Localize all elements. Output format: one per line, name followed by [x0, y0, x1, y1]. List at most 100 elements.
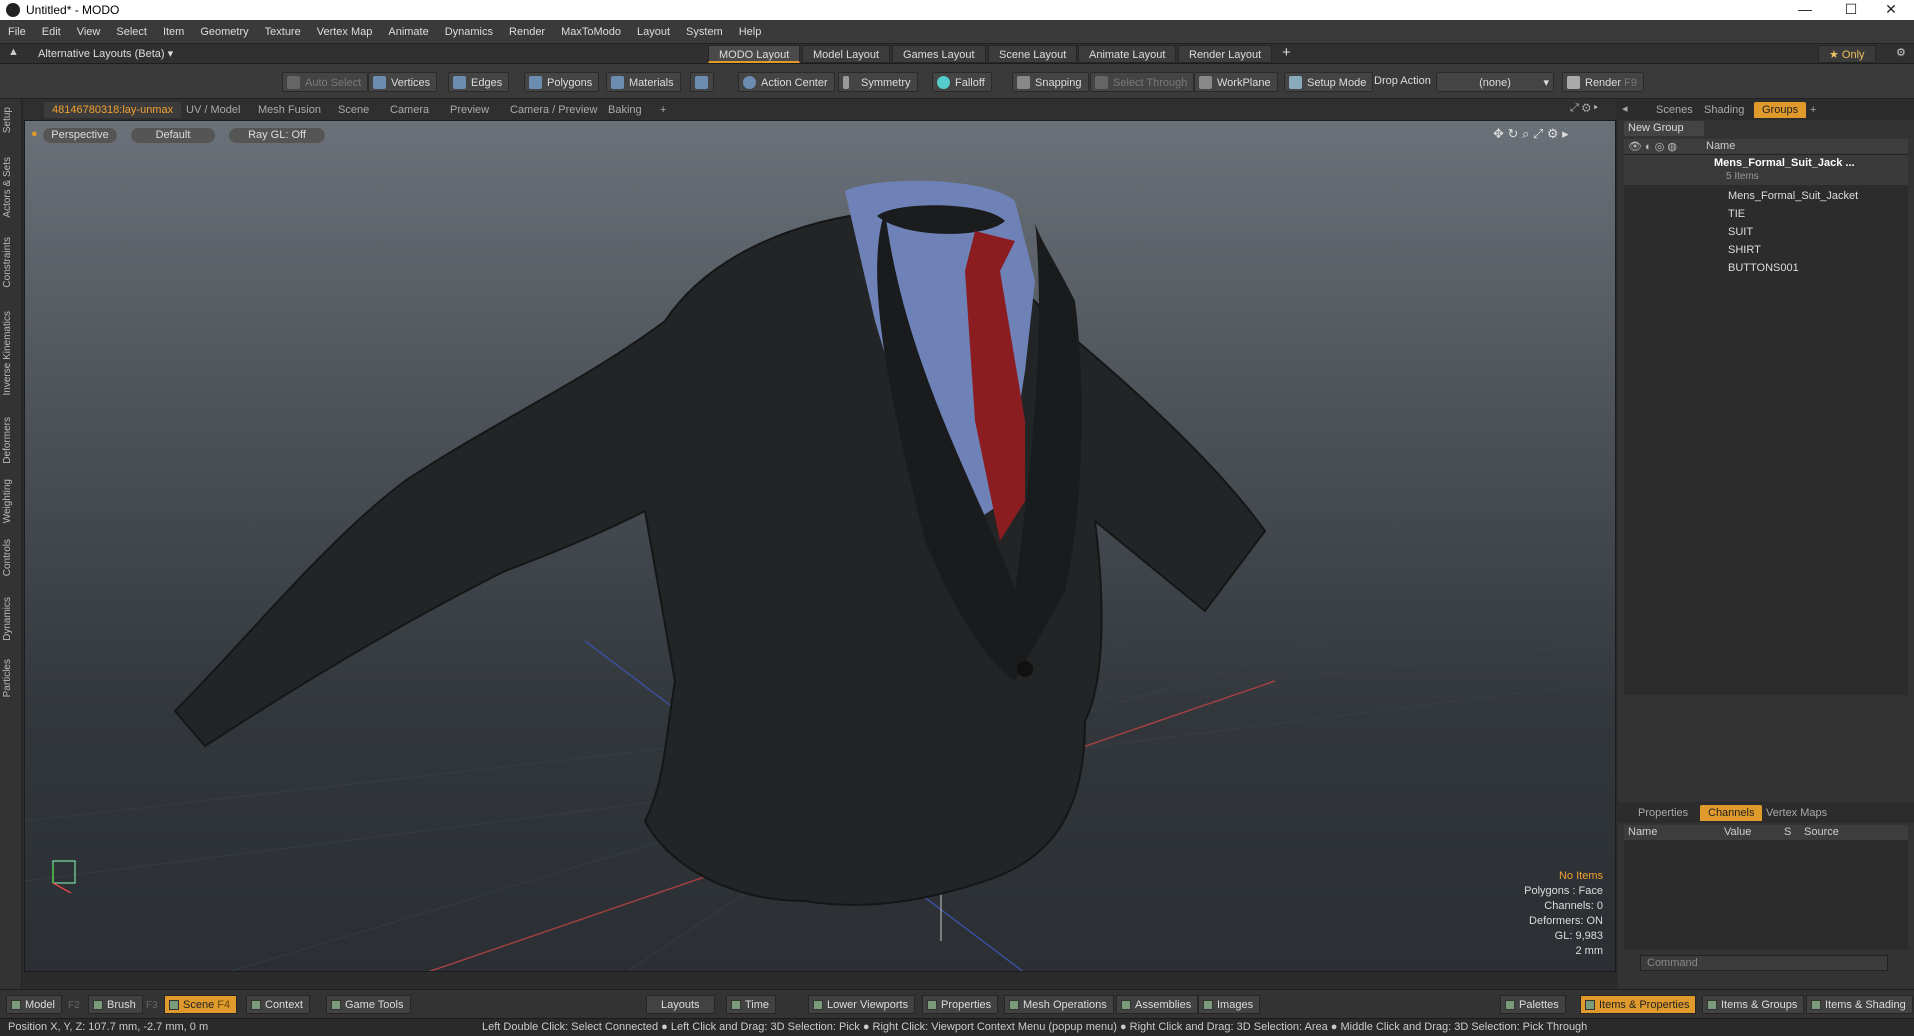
tab-camera-preview[interactable]: Camera / Preview [502, 102, 605, 118]
tab-modo-layout[interactable]: MODO Layout [708, 45, 801, 63]
tab-scene[interactable]: Scene [330, 102, 377, 118]
items-shading-button[interactable]: Items & Shading [1806, 995, 1913, 1014]
images-button[interactable]: Images [1198, 995, 1261, 1014]
falloff-button[interactable]: Falloff [932, 72, 992, 92]
mesh-operations-button[interactable]: Mesh Operations [1004, 995, 1114, 1014]
group-child-jacket[interactable]: Mens_Formal_Suit_Jacket [1624, 187, 1914, 205]
context-button[interactable]: Context [246, 995, 310, 1014]
assemblies-button[interactable]: Assemblies [1116, 995, 1199, 1014]
select-mode-icon-button[interactable] [690, 72, 714, 92]
tab-vertex-maps[interactable]: Vertex Maps [1758, 805, 1835, 821]
group-child-tie[interactable]: TIE [1624, 205, 1914, 223]
group-child-buttons[interactable]: BUTTONS001 [1624, 259, 1914, 277]
tab-weighting[interactable]: Weighting [2, 479, 13, 523]
select-through-button[interactable]: Select Through [1090, 72, 1195, 92]
tab-inverse-kinematics[interactable]: Inverse Kinematics [2, 311, 13, 395]
menu-file[interactable]: File [0, 20, 34, 44]
tab-scene-layout[interactable]: Scene Layout [988, 45, 1078, 63]
only-toggle[interactable]: ★ Only [1818, 45, 1876, 63]
new-group-button[interactable]: New Group [1624, 121, 1704, 136]
close-button[interactable]: ✕ [1868, 0, 1914, 20]
menu-vertex-map[interactable]: Vertex Map [309, 20, 381, 44]
items-properties-button[interactable]: Items & Properties [1580, 995, 1697, 1014]
add-layout-button[interactable]: + [1282, 44, 1291, 61]
tab-properties[interactable]: Properties [1630, 805, 1696, 821]
tab-controls[interactable]: Controls [2, 539, 13, 576]
tab-actors-sets[interactable]: Actors & Sets [2, 157, 13, 218]
drop-action-select[interactable]: (none) ▾ [1436, 72, 1554, 92]
gear-icon[interactable]: ⚙ [1896, 46, 1906, 59]
polygons-button[interactable]: Polygons [524, 72, 600, 92]
auto-select-button[interactable]: Auto Select [282, 72, 369, 92]
vertices-button[interactable]: Vertices [368, 72, 438, 92]
group-child-suit[interactable]: SUIT [1624, 223, 1914, 241]
channels-col-source: Source [1804, 826, 1839, 838]
tab-games-layout[interactable]: Games Layout [892, 45, 986, 63]
menu-dynamics[interactable]: Dynamics [437, 20, 501, 44]
tab-preview[interactable]: Preview [442, 102, 497, 118]
tab-groups[interactable]: Groups [1754, 102, 1807, 118]
auto-select-icon [287, 76, 300, 89]
3d-viewport[interactable]: ● Perspective Default Ray GL: Off ✥ ↻ ⌕ … [24, 120, 1616, 972]
maximize-viewport-icon[interactable]: ⤢ ⚙ ▸ [1570, 102, 1598, 115]
layout-arrow-icon[interactable]: ▲ [8, 46, 19, 58]
tab-particles[interactable]: Particles [2, 659, 13, 697]
setup-mode-button[interactable]: Setup Mode [1284, 72, 1374, 92]
snapping-button[interactable]: Snapping [1012, 72, 1089, 92]
group-child-shirt[interactable]: SHIRT [1624, 241, 1914, 259]
menu-item[interactable]: Item [155, 20, 192, 44]
palettes-button[interactable]: Palettes [1500, 995, 1566, 1014]
add-panel-tab-button[interactable]: + [1802, 102, 1824, 118]
info-deformers: Deformers: ON [1529, 915, 1603, 927]
tab-animate-layout[interactable]: Animate Layout [1078, 45, 1177, 63]
menu-view[interactable]: View [69, 20, 109, 44]
tab-uv-model[interactable]: UV / Model [178, 102, 248, 118]
minimize-button[interactable]: — [1782, 0, 1828, 20]
menu-render[interactable]: Render [501, 20, 553, 44]
tab-setup[interactable]: Setup [2, 107, 13, 133]
menu-geometry[interactable]: Geometry [192, 20, 256, 44]
tab-scenes[interactable]: Scenes [1648, 102, 1701, 118]
menu-texture[interactable]: Texture [257, 20, 309, 44]
menu-select[interactable]: Select [108, 20, 155, 44]
group-row-root[interactable]: Mens_Formal_Suit_Jack ... 5 Items [1624, 155, 1908, 185]
tab-render-layout[interactable]: Render Layout [1178, 45, 1273, 63]
tab-mesh-fusion[interactable]: Mesh Fusion [250, 102, 329, 118]
tab-lay-unmax[interactable]: 48146780318:lay-unmax [44, 102, 182, 118]
tab-model-layout[interactable]: Model Layout [802, 45, 891, 63]
layout-switcher[interactable]: Alternative Layouts (Beta) ▾ [38, 47, 173, 60]
assemblies-icon [1121, 1000, 1131, 1010]
tab-shading[interactable]: Shading [1696, 102, 1752, 118]
game-tools-button[interactable]: Game Tools [326, 995, 411, 1014]
tab-deformers[interactable]: Deformers [2, 417, 13, 464]
menu-maxtomodo[interactable]: MaxToModo [553, 20, 629, 44]
brush-button[interactable]: Brush [88, 995, 143, 1014]
edges-button[interactable]: Edges [448, 72, 510, 92]
layouts-button[interactable]: Layouts [646, 995, 715, 1014]
menu-layout[interactable]: Layout [629, 20, 678, 44]
properties-button[interactable]: Properties [922, 995, 999, 1014]
tab-camera[interactable]: Camera [382, 102, 437, 118]
scene-button[interactable]: Scene F4 [164, 995, 238, 1014]
items-groups-button[interactable]: Items & Groups [1702, 995, 1805, 1014]
render-button[interactable]: Render F9 [1562, 72, 1644, 92]
tab-constraints[interactable]: Constraints [2, 237, 13, 288]
menu-edit[interactable]: Edit [34, 20, 69, 44]
lower-viewports-button[interactable]: Lower Viewports [808, 995, 916, 1014]
tab-channels[interactable]: Channels [1700, 805, 1763, 821]
menu-help[interactable]: Help [731, 20, 770, 44]
command-input[interactable]: Command [1640, 955, 1888, 971]
workplane-icon [1199, 76, 1212, 89]
add-viewport-tab-button[interactable]: + [652, 102, 674, 118]
panel-arrow-icon[interactable]: ◂ [1622, 102, 1628, 115]
workplane-button[interactable]: WorkPlane [1194, 72, 1278, 92]
tab-baking[interactable]: Baking [600, 102, 650, 118]
action-center-button[interactable]: Action Center [738, 72, 835, 92]
tab-dynamics[interactable]: Dynamics [2, 597, 13, 641]
time-button[interactable]: Time [726, 995, 777, 1014]
symmetry-button[interactable]: Symmetry [838, 72, 918, 92]
model-button[interactable]: Model [6, 995, 62, 1014]
menu-system[interactable]: System [678, 20, 731, 44]
materials-button[interactable]: Materials [606, 72, 681, 92]
menu-animate[interactable]: Animate [380, 20, 436, 44]
